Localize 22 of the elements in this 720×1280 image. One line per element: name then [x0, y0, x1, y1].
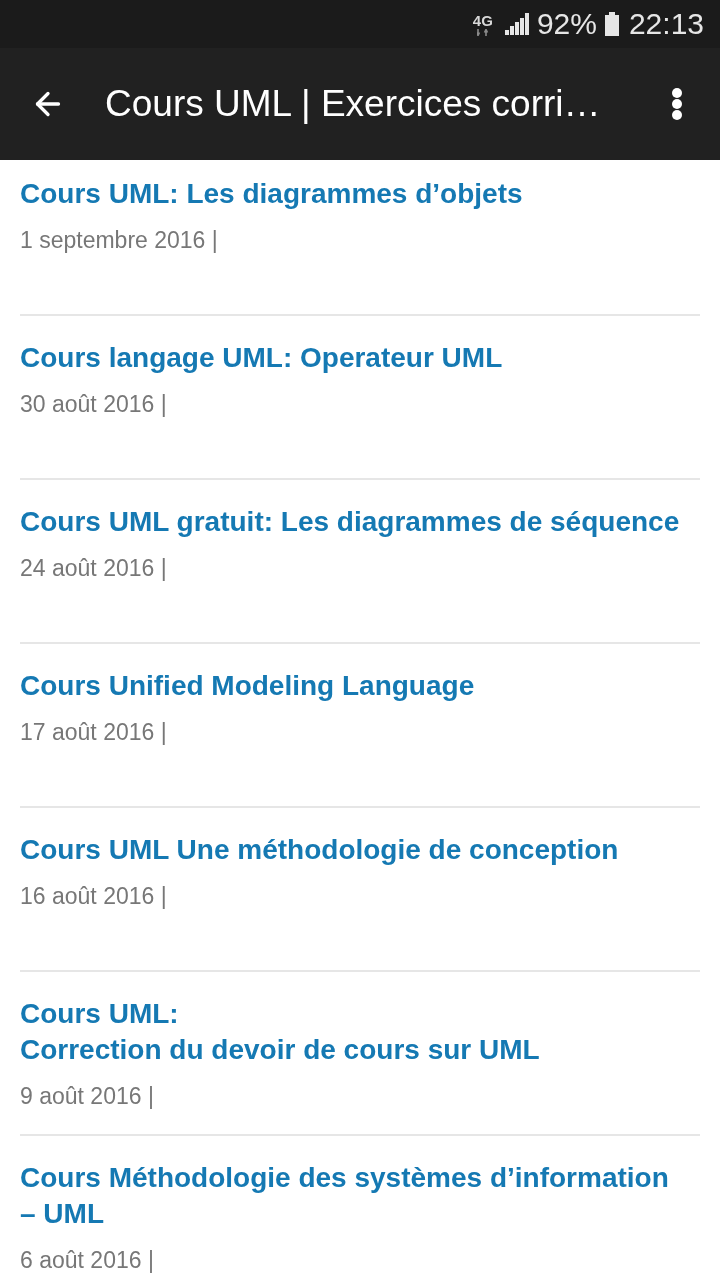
post-title-link[interactable]: Cours langage UML: Operateur UML [20, 340, 503, 376]
post-date: 17 août 2016 | [20, 718, 167, 747]
app-bar-title: Cours UML | Exercices corri… [105, 82, 601, 126]
battery-percentage: 92% [536, 7, 597, 41]
post-title-link[interactable]: Cours UML: Correction du devoir de cours sur UML [20, 996, 540, 1068]
post-date: 1 septembre 2016 | [20, 226, 218, 255]
post-date: 24 août 2016 | [20, 554, 167, 583]
clock-time: 22:13 [628, 7, 704, 41]
post-title-link[interactable]: Cours UML: Les diagrammes d’objets [20, 176, 523, 212]
post-date: 16 août 2016 | [20, 882, 167, 911]
post-title-link[interactable]: Cours UML Une méthodologie de conception [20, 832, 619, 868]
post-title-link[interactable]: Cours UML gratuit: Les diagrammes de séquence [20, 504, 680, 540]
post-date: 9 août 2016 | [20, 1082, 154, 1111]
post-title-link[interactable]: Cours Méthodologie des systèmes d’information – UML [20, 1160, 684, 1232]
data-arrows-icon [476, 28, 489, 36]
post-title-link[interactable]: Cours Unified Modeling Language [20, 668, 475, 704]
post-date: 6 août 2016 | [20, 1246, 154, 1275]
more-options-icon [672, 88, 682, 120]
battery-icon [604, 12, 619, 36]
signal-icon [504, 13, 529, 35]
network-type-label: 4G [472, 12, 493, 29]
post-date: 30 août 2016 | [20, 390, 167, 419]
